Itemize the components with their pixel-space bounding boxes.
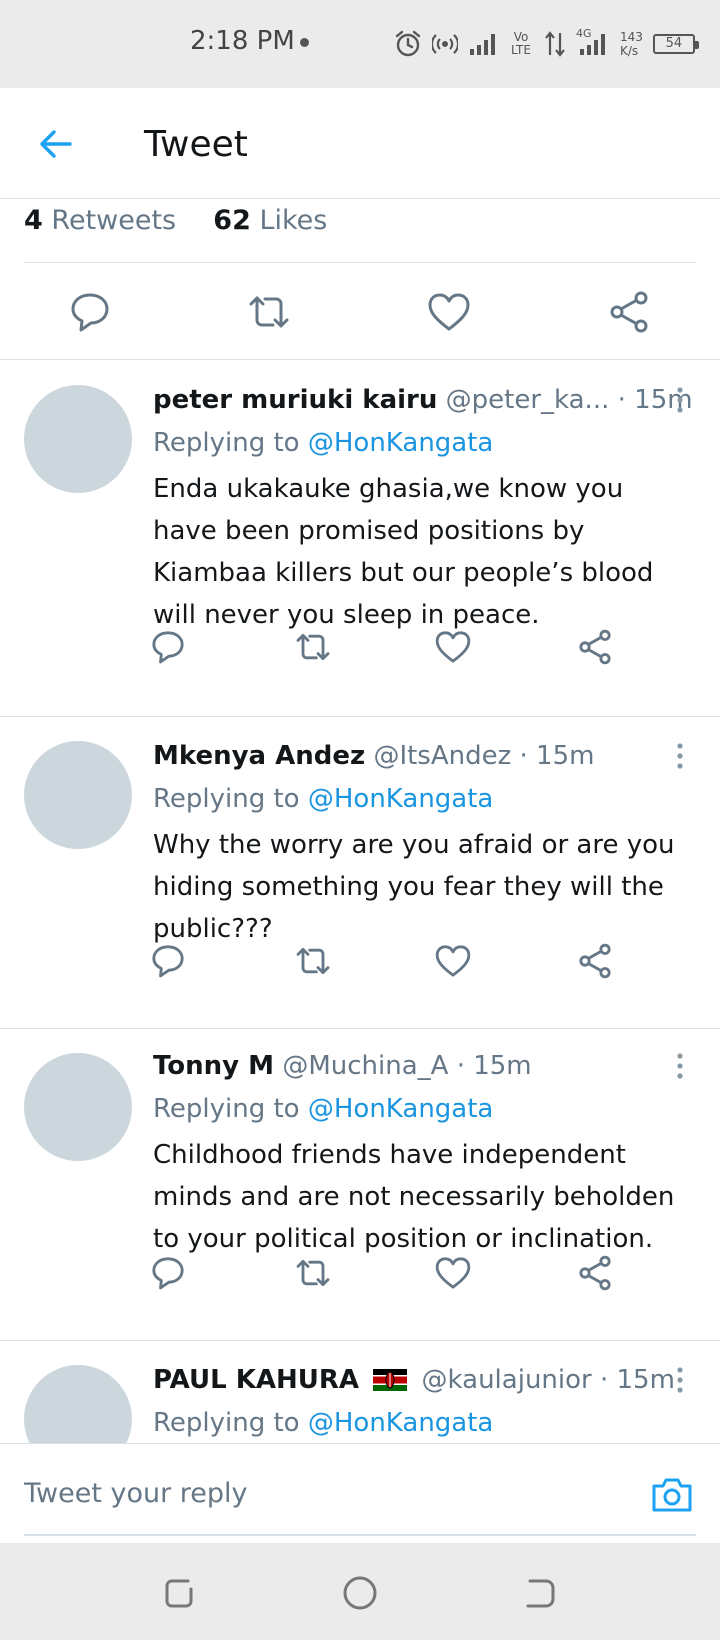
retweets-count: 4 bbox=[24, 205, 43, 236]
avatar[interactable] bbox=[24, 741, 132, 849]
share-icon[interactable] bbox=[575, 1253, 615, 1293]
divider bbox=[24, 1534, 696, 1536]
replying-to: Replying to @HonKangata bbox=[153, 1094, 493, 1124]
notification-dot-icon bbox=[300, 38, 309, 47]
reply-input[interactable]: Tweet your reply bbox=[24, 1478, 248, 1509]
reply-tweet[interactable]: Tonny M @Muchina_A · 15m Replying to @Ho… bbox=[0, 1029, 720, 1341]
volte-indicator: Vo LTE bbox=[511, 30, 531, 57]
timestamp: · 15m bbox=[519, 741, 595, 771]
like-heart-icon[interactable] bbox=[425, 288, 473, 336]
likes-label: Likes bbox=[259, 205, 328, 236]
avatar[interactable] bbox=[24, 385, 132, 493]
tweet-stats: 4 Retweets 62 Likes bbox=[0, 199, 720, 263]
kenya-flag-icon bbox=[373, 1369, 408, 1391]
recent-apps-icon[interactable] bbox=[160, 1573, 200, 1613]
reply-header: Tonny M @Muchina_A · 15m bbox=[153, 1051, 532, 1081]
mention-link[interactable]: @HonKangata bbox=[308, 784, 494, 814]
reply-icon[interactable] bbox=[66, 288, 114, 336]
reply-icon[interactable] bbox=[148, 941, 188, 981]
signal-4g: 4G bbox=[576, 27, 610, 57]
retweet-icon[interactable] bbox=[293, 941, 333, 981]
reply-tweet[interactable]: PAUL KAHURA @kaulajunior · 15m Replying … bbox=[0, 1341, 720, 1443]
signal-icon bbox=[470, 34, 495, 55]
likes-count: 62 bbox=[213, 205, 251, 236]
camera-icon[interactable] bbox=[650, 1474, 694, 1514]
likes-link[interactable]: 62 Likes bbox=[213, 205, 327, 236]
system-navigation-bar bbox=[0, 1543, 720, 1640]
status-icons: Vo LTE 4G 143 K/s 54 bbox=[394, 24, 699, 64]
timestamp: · 15m bbox=[599, 1365, 675, 1395]
like-heart-icon[interactable] bbox=[433, 1253, 473, 1293]
replying-to: Replying to @HonKangata bbox=[153, 1408, 493, 1438]
share-icon[interactable] bbox=[575, 941, 615, 981]
replying-label: Replying to bbox=[153, 1094, 300, 1124]
author-handle[interactable]: @Muchina_A bbox=[282, 1051, 448, 1081]
like-heart-icon[interactable] bbox=[433, 627, 473, 667]
divider bbox=[24, 262, 696, 263]
network-speed: 143 K/s bbox=[620, 30, 643, 58]
mention-link[interactable]: @HonKangata bbox=[308, 1094, 494, 1124]
author-name[interactable]: Tonny M bbox=[153, 1051, 274, 1081]
author-handle[interactable]: @ItsAndez bbox=[373, 741, 511, 771]
reply-header: peter muriuki kairu @peter_ka... · 15m bbox=[153, 385, 693, 415]
home-icon[interactable] bbox=[340, 1573, 380, 1613]
hotspot-icon bbox=[432, 34, 458, 54]
retweet-icon[interactable] bbox=[293, 1253, 333, 1293]
author-name[interactable]: peter muriuki kairu bbox=[153, 385, 437, 415]
avatar[interactable] bbox=[24, 1365, 132, 1443]
reply-text: Childhood friends have independent minds… bbox=[153, 1140, 675, 1254]
replying-to: Replying to @HonKangata bbox=[153, 784, 493, 814]
mention-link[interactable]: @HonKangata bbox=[308, 1408, 494, 1438]
author-handle[interactable]: @peter_ka... bbox=[446, 385, 610, 415]
more-options-icon[interactable] bbox=[670, 1365, 690, 1395]
replying-label: Replying to bbox=[153, 1408, 300, 1438]
share-icon[interactable] bbox=[575, 627, 615, 667]
author-name[interactable]: PAUL KAHURA bbox=[153, 1365, 359, 1395]
like-heart-icon[interactable] bbox=[433, 941, 473, 981]
author-handle[interactable]: @kaulajunior bbox=[422, 1365, 592, 1395]
retweet-icon[interactable] bbox=[293, 627, 333, 667]
more-options-icon[interactable] bbox=[670, 741, 690, 771]
retweets-link[interactable]: 4 Retweets bbox=[24, 205, 176, 236]
more-options-icon[interactable] bbox=[670, 385, 690, 415]
reply-tweet[interactable]: peter muriuki kairu @peter_ka... · 15m R… bbox=[0, 361, 720, 717]
share-icon[interactable] bbox=[605, 288, 653, 336]
replying-label: Replying to bbox=[153, 784, 300, 814]
retweets-label: Retweets bbox=[51, 205, 177, 236]
battery-level: 54 bbox=[665, 36, 683, 51]
retweet-icon[interactable] bbox=[245, 288, 293, 336]
reply-text: Why the worry are you afraid or are you … bbox=[153, 830, 675, 944]
avatar[interactable] bbox=[24, 1053, 132, 1161]
status-bar: 2:18 PM Vo LTE 4G 143 K/s 54 bbox=[0, 0, 720, 88]
top-app-bar: Tweet bbox=[0, 88, 720, 199]
alarm-icon bbox=[395, 30, 421, 57]
timestamp: · 15m bbox=[456, 1051, 532, 1081]
replying-to: Replying to @HonKangata bbox=[153, 428, 493, 458]
data-transfer-icon bbox=[545, 31, 565, 57]
reply-icon[interactable] bbox=[148, 1253, 188, 1293]
compose-reply-bar[interactable]: Tweet your reply bbox=[0, 1443, 720, 1543]
status-time: 2:18 PM bbox=[190, 26, 295, 56]
tweet-action-bar bbox=[0, 264, 720, 360]
back-icon[interactable] bbox=[520, 1573, 560, 1613]
reply-text: Enda ukakauke ghasia,we know you have be… bbox=[153, 474, 654, 630]
speed-unit: K/s bbox=[620, 44, 639, 58]
mention-link[interactable]: @HonKangata bbox=[308, 428, 494, 458]
arrow-left-icon[interactable] bbox=[36, 124, 76, 164]
more-options-icon[interactable] bbox=[670, 1051, 690, 1081]
reply-header: Mkenya Andez @ItsAndez · 15m bbox=[153, 741, 594, 771]
replying-label: Replying to bbox=[153, 428, 300, 458]
reply-icon[interactable] bbox=[148, 627, 188, 667]
signal-icon-2 bbox=[580, 34, 605, 55]
speed-value: 143 bbox=[620, 30, 643, 44]
reply-header: PAUL KAHURA @kaulajunior · 15m bbox=[153, 1365, 675, 1395]
reply-tweet[interactable]: Mkenya Andez @ItsAndez · 15m Replying to… bbox=[0, 717, 720, 1029]
author-name[interactable]: Mkenya Andez bbox=[153, 741, 365, 771]
battery-icon: 54 bbox=[652, 34, 699, 54]
page-title: Tweet bbox=[144, 124, 248, 165]
